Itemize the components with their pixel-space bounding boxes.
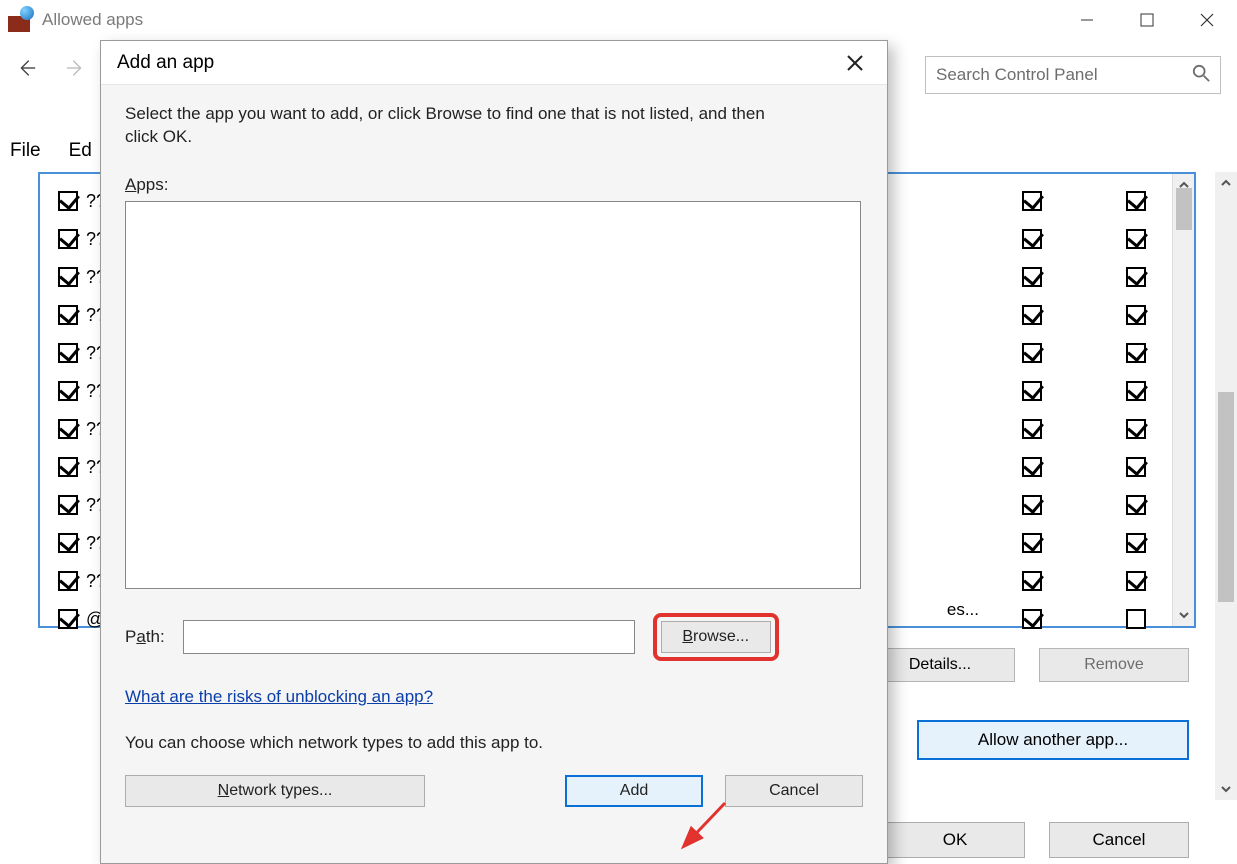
scroll-up-icon[interactable] bbox=[1215, 172, 1237, 194]
allow-another-app-button[interactable]: Allow another app... bbox=[917, 720, 1189, 760]
public-checkbox[interactable] bbox=[1126, 419, 1146, 439]
nav-back-button[interactable] bbox=[10, 52, 42, 84]
public-checkbox[interactable] bbox=[1126, 571, 1146, 591]
private-checkbox[interactable] bbox=[1022, 609, 1042, 629]
list-item[interactable]: ?? bbox=[58, 486, 106, 524]
browse-button[interactable]: Browse... bbox=[661, 621, 771, 653]
network-types-button[interactable]: Network types... bbox=[125, 775, 425, 807]
private-checkbox[interactable] bbox=[1022, 457, 1042, 477]
apps-listbox[interactable] bbox=[125, 201, 861, 589]
column-checks bbox=[1022, 182, 1154, 638]
window-controls bbox=[1057, 0, 1237, 40]
search-placeholder: Search Control Panel bbox=[936, 65, 1098, 85]
firewall-icon bbox=[8, 8, 32, 32]
checkbox-icon[interactable] bbox=[58, 419, 78, 439]
public-checkbox[interactable] bbox=[1126, 457, 1146, 477]
list-item[interactable]: ?? bbox=[58, 448, 106, 486]
dialog-instruction: Select the app you want to add, or click… bbox=[125, 103, 785, 149]
private-checkbox[interactable] bbox=[1022, 191, 1042, 211]
cancel-button[interactable]: Cancel bbox=[1049, 822, 1189, 858]
scrollbar-thumb[interactable] bbox=[1218, 392, 1234, 602]
minimize-button[interactable] bbox=[1057, 0, 1117, 40]
scroll-down-icon[interactable] bbox=[1215, 778, 1237, 800]
add-an-app-dialog: Add an app Select the app you want to ad… bbox=[100, 40, 888, 864]
private-checkbox[interactable] bbox=[1022, 267, 1042, 287]
list-item[interactable]: @ bbox=[58, 600, 106, 638]
checkbox-icon[interactable] bbox=[58, 229, 78, 249]
checkbox-icon[interactable] bbox=[58, 267, 78, 287]
list-item[interactable]: ?? bbox=[58, 524, 106, 562]
ok-button[interactable]: OK bbox=[885, 822, 1025, 858]
path-input[interactable] bbox=[183, 620, 635, 654]
add-button[interactable]: Add bbox=[565, 775, 703, 807]
list-item[interactable]: ?? bbox=[58, 334, 106, 372]
list-scrollbar[interactable] bbox=[1172, 174, 1194, 626]
row-text-fragment: es... bbox=[947, 600, 979, 620]
public-checkbox[interactable] bbox=[1126, 381, 1146, 401]
remove-button[interactable]: Remove bbox=[1039, 648, 1189, 682]
checkbox-icon[interactable] bbox=[58, 381, 78, 401]
path-label: Path: bbox=[125, 627, 165, 647]
checkbox-icon[interactable] bbox=[58, 191, 78, 211]
checkbox-icon[interactable] bbox=[58, 495, 78, 515]
private-checkbox[interactable] bbox=[1022, 305, 1042, 325]
titlebar: Allowed apps bbox=[0, 0, 1237, 40]
menubar: File Ed bbox=[10, 140, 92, 162]
page-scrollbar[interactable] bbox=[1215, 172, 1237, 800]
checkbox-icon[interactable] bbox=[58, 571, 78, 591]
annotation-arrow-icon bbox=[675, 799, 735, 864]
checkbox-icon[interactable] bbox=[58, 533, 78, 553]
maximize-button[interactable] bbox=[1117, 0, 1177, 40]
search-icon bbox=[1192, 64, 1210, 87]
dialog-cancel-button[interactable]: Cancel bbox=[725, 775, 863, 807]
scroll-down-icon[interactable] bbox=[1173, 604, 1195, 626]
list-item[interactable]: ?? bbox=[58, 182, 106, 220]
public-checkbox[interactable] bbox=[1126, 495, 1146, 515]
search-input[interactable]: Search Control Panel bbox=[925, 56, 1221, 94]
scrollbar-thumb[interactable] bbox=[1176, 188, 1192, 230]
list-rows: ?? ?? ?? ?? ?? ?? ?? ?? ?? ?? ?? @ bbox=[58, 182, 106, 638]
public-checkbox[interactable] bbox=[1126, 229, 1146, 249]
checkbox-icon[interactable] bbox=[58, 609, 78, 629]
list-item[interactable]: ?? bbox=[58, 410, 106, 448]
public-checkbox[interactable] bbox=[1126, 305, 1146, 325]
window-title: Allowed apps bbox=[42, 10, 143, 30]
dialog-titlebar: Add an app bbox=[101, 41, 887, 85]
private-checkbox[interactable] bbox=[1022, 381, 1042, 401]
menu-edit[interactable]: Ed bbox=[69, 140, 92, 162]
risks-link[interactable]: What are the risks of unblocking an app? bbox=[125, 687, 433, 707]
list-item[interactable]: ?? bbox=[58, 296, 106, 334]
apps-label: Apps: bbox=[125, 175, 863, 195]
close-button[interactable] bbox=[1177, 0, 1237, 40]
checkbox-icon[interactable] bbox=[58, 343, 78, 363]
network-types-text: You can choose which network types to ad… bbox=[125, 733, 863, 753]
private-checkbox[interactable] bbox=[1022, 571, 1042, 591]
list-action-buttons: Details... Remove bbox=[865, 648, 1189, 682]
private-checkbox[interactable] bbox=[1022, 419, 1042, 439]
public-checkbox[interactable] bbox=[1126, 191, 1146, 211]
list-item[interactable]: ?? bbox=[58, 372, 106, 410]
dialog-bottom-row: Network types... Add Cancel bbox=[125, 775, 863, 807]
path-row: Path: Browse... bbox=[125, 613, 863, 661]
public-checkbox[interactable] bbox=[1126, 609, 1146, 629]
checkbox-icon[interactable] bbox=[58, 305, 78, 325]
public-checkbox[interactable] bbox=[1126, 533, 1146, 553]
private-checkbox[interactable] bbox=[1022, 343, 1042, 363]
menu-file[interactable]: File bbox=[10, 140, 41, 162]
annotation-highlight: Browse... bbox=[653, 613, 779, 661]
nav-forward-button[interactable] bbox=[60, 52, 92, 84]
dialog-body: Select the app you want to add, or click… bbox=[101, 85, 887, 863]
list-item[interactable]: ?? bbox=[58, 562, 106, 600]
parent-commit-buttons: OK Cancel bbox=[885, 822, 1189, 858]
dialog-close-button[interactable] bbox=[839, 47, 871, 79]
private-checkbox[interactable] bbox=[1022, 533, 1042, 553]
private-checkbox[interactable] bbox=[1022, 495, 1042, 515]
public-checkbox[interactable] bbox=[1126, 343, 1146, 363]
dialog-title: Add an app bbox=[117, 52, 214, 74]
public-checkbox[interactable] bbox=[1126, 267, 1146, 287]
list-item[interactable]: ?? bbox=[58, 220, 106, 258]
private-checkbox[interactable] bbox=[1022, 229, 1042, 249]
list-item[interactable]: ?? bbox=[58, 258, 106, 296]
checkbox-icon[interactable] bbox=[58, 457, 78, 477]
